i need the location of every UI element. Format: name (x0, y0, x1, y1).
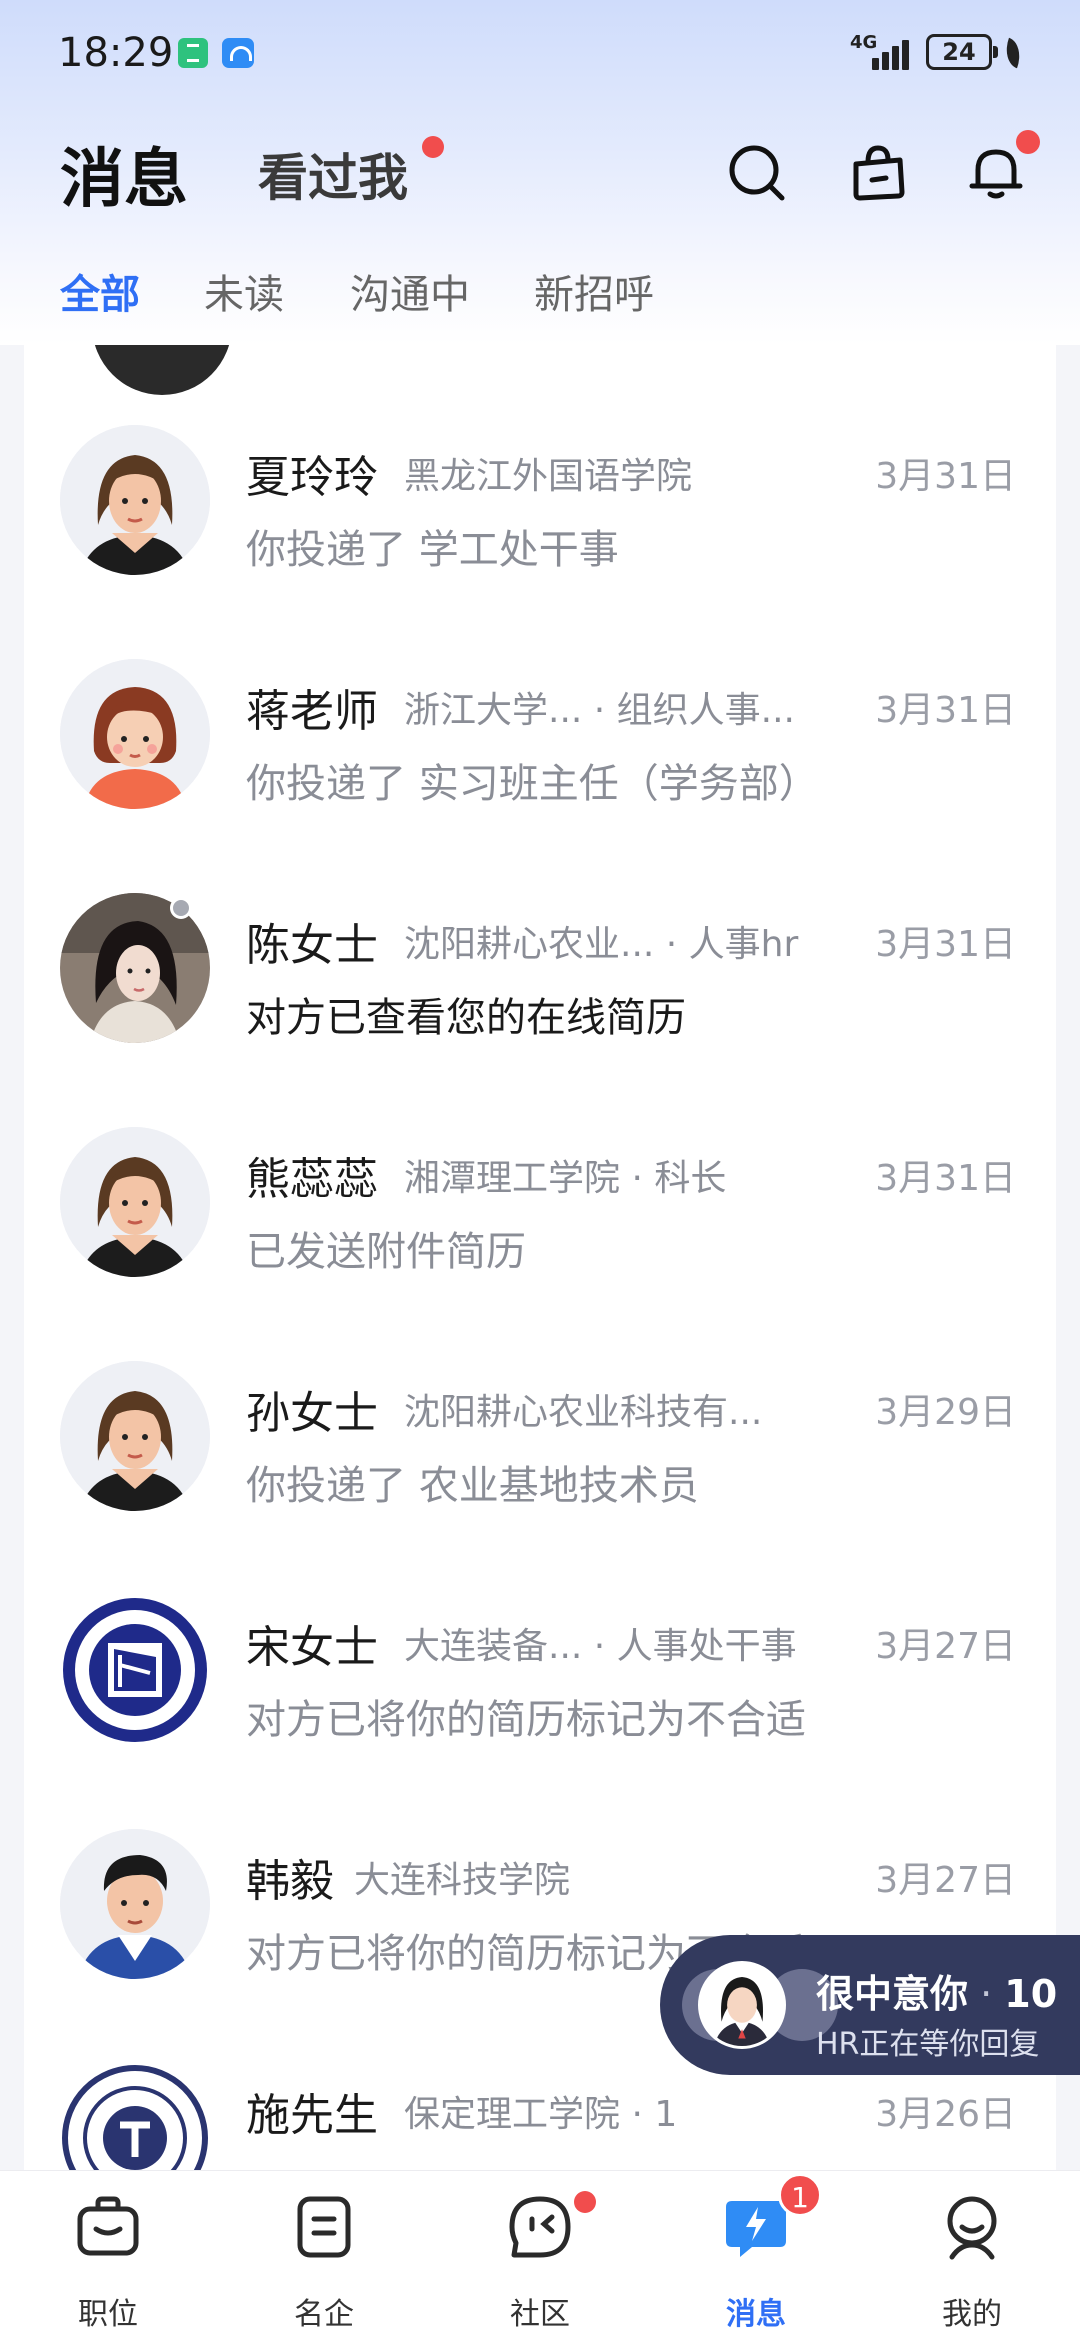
bottom-navigation: 职位 名企 社区 1 消息 我的 (0, 2170, 1080, 2340)
message-date: 3月29日 (875, 1392, 1016, 1433)
contact-name: 孙女士 (246, 1388, 378, 1439)
message-row[interactable]: 宋女士 大连装备... · 人事处干事 3月27日 对方已将你的简历标记为不合适 (24, 1499, 1056, 1745)
message-row[interactable]: 孙女士 沈阳耕心农业科技有... 3月29日 你投递了 农业基地技术员 (24, 1265, 1056, 1511)
contact-organization: 大连装备... · 人事处干事 (404, 1626, 797, 1667)
male-cartoon-avatar-icon (60, 1829, 210, 1979)
leaf-icon (1000, 37, 1026, 69)
message-date: 3月27日 (875, 1626, 1016, 1667)
battery-icon: 24 (926, 34, 998, 70)
bell-notification-dot (1016, 130, 1040, 154)
message-row[interactable]: 夏玲玲 黑龙江外国语学院 3月31日 你投递了 学工处干事 (24, 345, 1056, 575)
school-seal-icon (62, 2065, 208, 2170)
avatar (60, 2063, 210, 2170)
avatar (60, 1361, 210, 1511)
contact-name: 夏玲玲 (246, 452, 378, 503)
nav-label: 社区 (510, 2297, 570, 2332)
tab-unread[interactable]: 未读 (204, 262, 284, 320)
briefcase-icon (77, 2196, 139, 2256)
female-cartoon-avatar-icon (60, 1127, 210, 1277)
contact-organization: 大连科技学院 (354, 1860, 571, 1901)
briefcase-icon[interactable] (846, 140, 910, 204)
building-icon (297, 2196, 351, 2258)
contact-name: 陈女士 (246, 920, 378, 971)
school-logo-icon (63, 1598, 207, 1742)
wifi-app-icon (222, 38, 254, 68)
message-row[interactable]: 陈女士 沈阳耕心农业... · 人事hr 3月31日 对方已查看您的在线简历 (24, 797, 1056, 1043)
status-dot (170, 897, 192, 919)
tab-new-greeting[interactable]: 新招呼 (534, 262, 654, 320)
avatar (60, 1829, 210, 1979)
message-row[interactable]: 韩毅 大连科技学院 3月27日 对方已将你的简历标记为不合适 (24, 1733, 1056, 1979)
banner-separator: · (968, 1972, 1005, 2016)
nav-item-profile[interactable]: 我的 (864, 2171, 1080, 2340)
message-date: 3月26日 (875, 2094, 1016, 2135)
contact-organization: 浙江大学... · 组织人事... (404, 690, 795, 731)
nav-label: 名企 (294, 2297, 354, 2332)
nav-item-community[interactable]: 社区 (432, 2171, 648, 2340)
message-date: 3月31日 (875, 456, 1016, 497)
profile-icon (947, 2196, 997, 2260)
hr-avatar (698, 1961, 786, 2049)
seen-me-tab[interactable]: 看过我 (258, 138, 408, 210)
search-icon[interactable] (724, 140, 788, 204)
tab-all[interactable]: 全部 (60, 262, 140, 320)
contact-name: 宋女士 (246, 1622, 378, 1673)
nav-label: 消息 (726, 2297, 786, 2332)
contact-name: 蒋老师 (246, 686, 378, 737)
filter-tabs: 全部 未读 沟通中 新招呼 (0, 262, 1080, 322)
chat-face-icon (509, 2196, 571, 2258)
page-title: 消息 (60, 143, 188, 217)
banner-subtitle: HR正在等你回复 (816, 2027, 1040, 2062)
contact-organization: 湘潭理工学院 · 科长 (404, 1158, 727, 1199)
contact-name: 韩毅 (246, 1856, 334, 1907)
message-row[interactable]: 蒋老师 浙江大学... · 组织人事... 3月31日 你投递了 实习班主任（学… (24, 563, 1056, 809)
interest-banner[interactable]: 很中意你 · 10 HR正在等你回复 (660, 1935, 1080, 2075)
seen-me-dot (422, 136, 444, 158)
contact-organization: 保定理工学院 · 1 (404, 2094, 678, 2135)
avatar (60, 1595, 210, 1745)
banner-count: 10 (1004, 1972, 1058, 2016)
contact-name: 施先生 (246, 2090, 378, 2141)
community-notification-dot (574, 2191, 596, 2213)
avatar (60, 425, 210, 575)
contact-organization: 沈阳耕心农业... · 人事hr (404, 924, 799, 965)
status-time: 18:29 (58, 30, 174, 76)
female-cartoon-avatar-icon (60, 1361, 210, 1511)
messages-badge: 1 (778, 2173, 822, 2217)
tab-in-communication[interactable]: 沟通中 (350, 262, 470, 320)
message-date: 3月31日 (875, 924, 1016, 965)
nav-label: 职位 (78, 2297, 138, 2332)
avatar (60, 659, 210, 809)
female-hr-avatar-icon (701, 1964, 783, 2046)
nav-item-companies[interactable]: 名企 (216, 2171, 432, 2340)
female-cartoon-avatar-icon (60, 425, 210, 575)
avatar (60, 1127, 210, 1277)
female-short-hair-avatar-icon (60, 659, 210, 809)
message-date: 3月31日 (875, 690, 1016, 731)
status-bar: 18:29 4G 24 (0, 0, 1080, 105)
nav-item-jobs[interactable]: 职位 (0, 2171, 216, 2340)
contact-organization: 沈阳耕心农业科技有... (404, 1392, 763, 1433)
contact-name: 熊蕊蕊 (246, 1154, 378, 1205)
signal-icon (872, 36, 918, 70)
nav-label: 我的 (942, 2297, 1002, 2332)
nav-item-messages[interactable]: 1 消息 (648, 2171, 864, 2340)
message-list: 夏玲玲 黑龙江外国语学院 3月31日 你投递了 学工处干事 蒋老师 浙江大学..… (24, 345, 1056, 2170)
message-row[interactable]: 熊蕊蕊 湘潭理工学院 · 科长 3月31日 已发送附件简历 (24, 1031, 1056, 1277)
hourglass-app-icon (178, 38, 208, 68)
banner-title: 很中意你 · 10 (816, 1963, 1057, 2018)
banner-title-text: 很中意你 (816, 1972, 969, 2016)
contact-organization: 黑龙江外国语学院 (404, 456, 693, 497)
message-date: 3月31日 (875, 1158, 1016, 1199)
message-date: 3月27日 (875, 1860, 1016, 1901)
